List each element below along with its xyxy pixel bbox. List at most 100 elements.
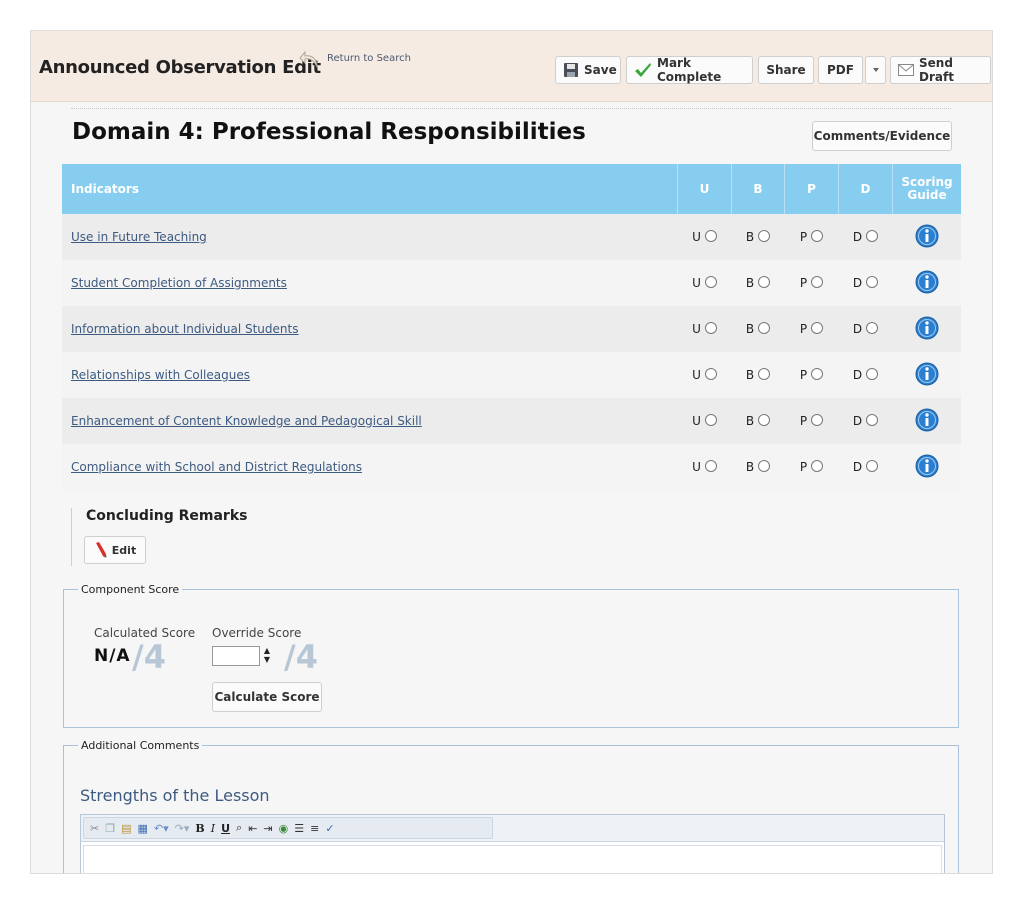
rating-radio-p[interactable] bbox=[811, 414, 824, 426]
rating-label: P bbox=[799, 460, 808, 474]
pencil-icon bbox=[95, 542, 107, 558]
header-u: U bbox=[677, 164, 732, 214]
rating-radio-d[interactable] bbox=[866, 414, 879, 426]
rating-radio-b[interactable] bbox=[758, 276, 771, 288]
rating-cell-b: B bbox=[731, 398, 785, 444]
chevron-down-icon bbox=[872, 68, 879, 72]
rating-cell-b: B bbox=[731, 306, 785, 352]
additional-comments-legend: Additional Comments bbox=[81, 739, 200, 752]
bullet-list-icon[interactable]: ☰ bbox=[294, 822, 304, 835]
spellcheck-icon[interactable]: ✓ bbox=[325, 822, 334, 835]
save-button[interactable]: Save bbox=[555, 56, 621, 84]
paste-icon[interactable]: ▤ bbox=[121, 822, 131, 835]
calculate-score-button[interactable]: Calculate Score bbox=[212, 682, 322, 712]
return-to-search-link[interactable]: Return to Search bbox=[327, 53, 411, 64]
mark-complete-button[interactable]: Mark Complete bbox=[626, 56, 753, 84]
bold-icon[interactable]: B bbox=[195, 822, 204, 835]
checkmark-icon bbox=[635, 63, 651, 77]
rating-radio-u[interactable] bbox=[704, 230, 717, 242]
rating-radio-d[interactable] bbox=[866, 230, 879, 242]
override-stepper[interactable]: ▲ ▼ bbox=[263, 646, 271, 666]
header-indicators: Indicators bbox=[62, 164, 678, 214]
copy-icon[interactable]: ❐ bbox=[105, 822, 115, 835]
table-row: Enhancement of Content Knowledge and Ped… bbox=[62, 398, 961, 444]
rating-radio-u[interactable] bbox=[704, 322, 717, 334]
table-row: Student Completion of Assignments U B P D bbox=[62, 260, 961, 306]
redo-icon[interactable]: ↷▾ bbox=[175, 822, 190, 835]
rating-radio-b[interactable] bbox=[758, 460, 771, 472]
rating-radio-d[interactable] bbox=[866, 276, 879, 288]
rating-label: U bbox=[692, 460, 701, 474]
rating-label: P bbox=[799, 276, 808, 290]
rating-radio-u[interactable] bbox=[704, 276, 717, 288]
indicator-cell: Student Completion of Assignments bbox=[62, 260, 678, 306]
info-icon[interactable] bbox=[915, 224, 939, 248]
indicator-link[interactable]: Use in Future Teaching bbox=[71, 230, 207, 244]
indicator-cell: Use in Future Teaching bbox=[62, 214, 678, 260]
rating-radio-b[interactable] bbox=[758, 368, 771, 380]
indicator-cell: Enhancement of Content Knowledge and Ped… bbox=[62, 398, 678, 444]
rating-label: B bbox=[745, 414, 755, 428]
rating-radio-b[interactable] bbox=[758, 230, 771, 242]
rating-label: B bbox=[745, 230, 755, 244]
rating-radio-u[interactable] bbox=[704, 460, 717, 472]
share-button[interactable]: Share bbox=[758, 56, 814, 84]
concluding-remarks-title: Concluding Remarks bbox=[86, 508, 248, 524]
outdent-icon[interactable]: ⇤ bbox=[248, 822, 257, 835]
info-icon[interactable] bbox=[915, 270, 939, 294]
info-icon[interactable] bbox=[915, 408, 939, 432]
info-icon[interactable] bbox=[915, 454, 939, 478]
find-icon[interactable]: ⌕ bbox=[236, 821, 242, 835]
rating-cell-u: U bbox=[677, 260, 732, 306]
info-icon[interactable] bbox=[915, 316, 939, 340]
rating-radio-u[interactable] bbox=[704, 414, 717, 426]
rating-radio-u[interactable] bbox=[704, 368, 717, 380]
indicator-link[interactable]: Information about Individual Students bbox=[71, 322, 298, 336]
strengths-textarea[interactable] bbox=[83, 845, 942, 873]
scoring-guide-cell bbox=[892, 444, 961, 490]
table-body: Use in Future Teaching U B P D Student Comple… bbox=[62, 214, 961, 490]
override-score-input[interactable] bbox=[212, 646, 260, 666]
rating-radio-d[interactable] bbox=[866, 460, 879, 472]
pdf-dropdown-button[interactable] bbox=[865, 56, 886, 84]
rating-radio-b[interactable] bbox=[758, 414, 771, 426]
rating-cell-u: U bbox=[677, 214, 732, 260]
undo-icon[interactable]: ↶▾ bbox=[154, 822, 169, 835]
rating-radio-d[interactable] bbox=[866, 322, 879, 334]
concluding-remarks-section: Concluding Remarks Edit bbox=[71, 508, 272, 566]
edit-remarks-button[interactable]: Edit bbox=[84, 536, 146, 564]
numbered-list-icon[interactable]: ≡ bbox=[310, 822, 319, 835]
send-draft-button[interactable]: Send Draft bbox=[890, 56, 991, 84]
comments-evidence-button[interactable]: Comments/Evidence bbox=[812, 121, 952, 151]
component-score-legend: Component Score bbox=[81, 583, 180, 596]
indicator-link[interactable]: Student Completion of Assignments bbox=[71, 276, 287, 290]
editor-toolbar: ✂ ❐ ▤ ▦ ↶▾ ↷▾ B I U ⌕ ⇤ ⇥ ◉ ☰ ≡ ✓ bbox=[81, 815, 944, 842]
rating-radio-p[interactable] bbox=[811, 368, 824, 380]
cut-icon[interactable]: ✂ bbox=[90, 822, 99, 835]
indent-icon[interactable]: ⇥ bbox=[263, 822, 272, 835]
rating-radio-p[interactable] bbox=[811, 276, 824, 288]
table-row: Relationships with Colleagues U B P D bbox=[62, 352, 961, 398]
link-icon[interactable]: ◉ bbox=[279, 822, 289, 835]
divider bbox=[71, 108, 951, 109]
rating-label: B bbox=[745, 276, 755, 290]
rating-label: P bbox=[799, 322, 808, 336]
envelope-icon bbox=[898, 64, 914, 76]
rating-radio-p[interactable] bbox=[811, 460, 824, 472]
rating-radio-b[interactable] bbox=[758, 322, 771, 334]
pdf-button[interactable]: PDF bbox=[818, 56, 863, 84]
rating-radio-d[interactable] bbox=[866, 368, 879, 380]
return-arrow-icon[interactable] bbox=[299, 49, 321, 71]
rating-label: D bbox=[852, 322, 863, 336]
paste-word-icon[interactable]: ▦ bbox=[138, 822, 148, 835]
indicator-link[interactable]: Compliance with School and District Regu… bbox=[71, 460, 362, 474]
italic-icon[interactable]: I bbox=[211, 822, 215, 835]
indicator-link[interactable]: Enhancement of Content Knowledge and Ped… bbox=[71, 414, 422, 428]
indicator-link[interactable]: Relationships with Colleagues bbox=[71, 368, 250, 382]
info-icon[interactable] bbox=[915, 362, 939, 386]
top-toolbar: Announced Observation Edit Return to Sea… bbox=[31, 31, 992, 102]
rating-cell-b: B bbox=[731, 352, 785, 398]
underline-icon[interactable]: U bbox=[221, 822, 230, 835]
rating-radio-p[interactable] bbox=[811, 230, 824, 242]
rating-radio-p[interactable] bbox=[811, 322, 824, 334]
